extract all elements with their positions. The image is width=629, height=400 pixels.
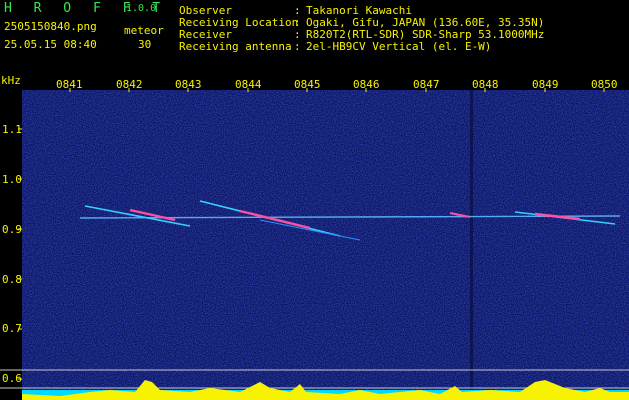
app-version: 1.0.0 [126,3,157,14]
y-tick-label: 0.8 [2,273,22,286]
y-tick-label: 1.0 [2,173,22,186]
spectrogram-column-gap [470,90,473,390]
y-ticks [18,128,22,380]
y-tick-label: 0.7 [2,322,22,335]
meteor-count: 30 [138,38,152,51]
x-tick-label: 0841 [56,78,83,91]
y-tick-label: 1.1 [2,123,22,136]
spectrogram-noise [22,90,629,390]
y-axis-unit: kHz [1,74,21,87]
info-sep: : [294,40,301,53]
spectrogram [0,88,629,400]
x-tick-label: 0848 [472,78,499,91]
x-tick-label: 0850 [591,78,618,91]
x-tick-label: 0845 [294,78,321,91]
info-key-antenna: Receiving antenna [179,40,292,53]
x-tick-label: 0843 [175,78,202,91]
x-tick-label: 0842 [116,78,143,91]
x-tick-label: 0846 [353,78,380,91]
datetime: 25.05.15 08:40 [4,38,97,51]
meteor-label: meteor [124,24,164,37]
x-tick-label: 0849 [532,78,559,91]
y-tick-label: 0.6 [2,372,22,385]
filename: 2505150840.png [4,20,97,33]
header: H R O F F T 1.0.0 2505150840.png meteor … [0,0,629,70]
x-tick-label: 0847 [413,78,440,91]
info-value-antenna: 2el-HB9CV Vertical (el. E-W) [306,40,492,53]
y-tick-label: 0.9 [2,223,22,236]
x-tick-label: 0844 [235,78,262,91]
